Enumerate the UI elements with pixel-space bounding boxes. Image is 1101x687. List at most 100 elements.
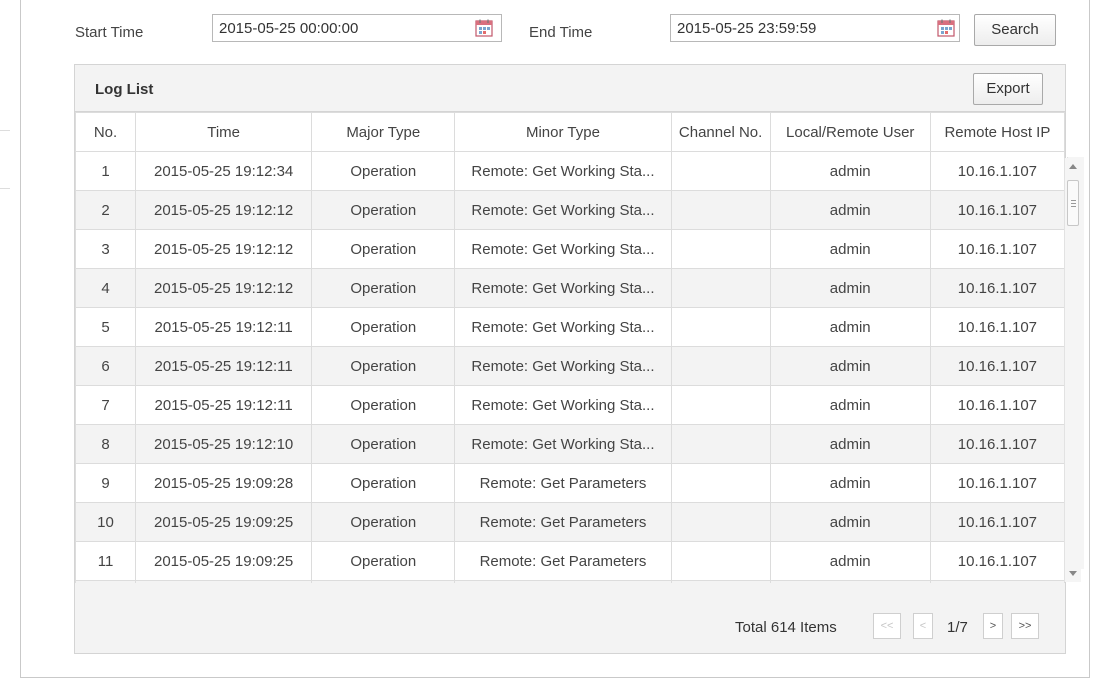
table-header-row: No. Time Major Type Minor Type Channel N… xyxy=(75,112,1065,152)
cell-major-type: Operation xyxy=(311,268,456,308)
cell-no: 2 xyxy=(75,190,137,230)
table-row[interactable]: 4 2015-05-25 19:12:12 Operation Remote: Get… xyxy=(75,268,1065,308)
cell-time: 2015-05-25 19:12:12 xyxy=(135,229,313,269)
column-header-minor-type[interactable]: Minor Type xyxy=(454,112,672,152)
column-header-no[interactable]: No. xyxy=(75,112,137,152)
table-row[interactable]: 5 2015-05-25 19:12:11 Operation Remote: Get… xyxy=(75,307,1065,347)
column-header-user[interactable]: Local/Remote User xyxy=(769,112,931,152)
table-row[interactable]: 9 2015-05-25 19:09:28 Operation Remote: Get… xyxy=(75,463,1065,503)
table-row[interactable]: 3 2015-05-25 19:12:12 Operation Remote: Get… xyxy=(75,229,1065,269)
cell-minor-type: Remote: Get Working Sta... xyxy=(454,307,672,347)
column-header-remote-ip[interactable]: Remote Host IP xyxy=(929,112,1065,152)
log-table-container: No. Time Major Type Minor Type Channel N… xyxy=(75,111,1065,584)
column-header-major-type[interactable]: Major Type xyxy=(311,112,456,152)
cell-time: 2015-05-25 19:12:34 xyxy=(135,151,313,191)
start-time-input[interactable] xyxy=(212,14,502,42)
cell-minor-type: Remote: Get Parameters xyxy=(454,502,672,542)
cell-time: 2015-05-25 19:12:12 xyxy=(135,190,313,230)
cell-user: admin xyxy=(769,385,931,425)
cell-major-type: Operation xyxy=(311,502,456,542)
pagination-bar: Total 614 Items << < 1/7 > >> xyxy=(75,583,1065,653)
cell-time: 2015-05-25 19:09:28 xyxy=(135,463,313,503)
cell-minor-type: Remote: Get Working Sta... xyxy=(454,151,672,191)
cell-user: admin xyxy=(769,307,931,347)
cell-major-type: Operation xyxy=(311,424,456,464)
cell-user: admin xyxy=(769,424,931,464)
search-button[interactable]: Search xyxy=(974,14,1056,46)
cell-minor-type: Remote: Get Parameters xyxy=(454,541,672,581)
table-row[interactable]: 2 2015-05-25 19:12:12 Operation Remote: Get… xyxy=(75,190,1065,230)
cell-no: 11 xyxy=(75,541,137,581)
cell-time: 2015-05-25 19:09:25 xyxy=(135,541,313,581)
end-time-input[interactable] xyxy=(670,14,960,42)
divider xyxy=(0,130,10,131)
cell-major-type: Operation xyxy=(311,307,456,347)
cell-minor-type: Remote: Get Working Sta... xyxy=(454,346,672,386)
table-row[interactable]: 11 2015-05-25 19:09:25 Operation Remote: Ge… xyxy=(75,541,1065,581)
cell-time: 2015-05-25 19:12:10 xyxy=(135,424,313,464)
cell-remote-ip: 10.16.1.107 xyxy=(929,424,1065,464)
cell-remote-ip: 10.16.1.107 xyxy=(929,307,1065,347)
grip-line xyxy=(1071,203,1076,204)
cell-time: 2015-05-25 19:12:11 xyxy=(135,307,313,347)
cell-minor-type: Remote: Get Working Sta... xyxy=(454,268,672,308)
cell-channel-no xyxy=(670,463,771,503)
cell-time: 2015-05-25 19:12:11 xyxy=(135,385,313,425)
cell-no: 1 xyxy=(75,151,137,191)
divider xyxy=(0,188,10,189)
last-page-button[interactable]: >> xyxy=(1011,613,1039,639)
cell-channel-no xyxy=(670,502,771,542)
cell-minor-type: Remote: Get Working Sta... xyxy=(454,385,672,425)
log-table: No. Time Major Type Minor Type Channel N… xyxy=(75,112,1065,584)
cell-no: 7 xyxy=(75,385,137,425)
cell-major-type: Operation xyxy=(311,541,456,581)
scroll-down-arrow-icon[interactable] xyxy=(1069,571,1077,576)
cell-major-type: Operation xyxy=(311,385,456,425)
table-row[interactable]: 6 2015-05-25 19:12:11 Operation Remote: Get… xyxy=(75,346,1065,386)
cell-minor-type: Remote: Get Working Sta... xyxy=(454,229,672,269)
cell-no: 9 xyxy=(75,463,137,503)
cell-channel-no xyxy=(670,268,771,308)
start-time-label: Start Time xyxy=(75,24,144,41)
cell-user: admin xyxy=(769,502,931,542)
prev-page-button[interactable]: < xyxy=(913,613,933,639)
log-list-title: Log List xyxy=(95,81,154,98)
end-time-label: End Time xyxy=(529,24,593,41)
cell-no: 6 xyxy=(75,346,137,386)
cell-remote-ip: 10.16.1.107 xyxy=(929,268,1065,308)
calendar-icon[interactable] xyxy=(936,18,956,38)
cell-remote-ip: 10.16.1.107 xyxy=(929,190,1065,230)
cell-no: 4 xyxy=(75,268,137,308)
cell-remote-ip: 10.16.1.107 xyxy=(929,229,1065,269)
first-page-button[interactable]: << xyxy=(873,613,901,639)
log-list-scrollbar[interactable] xyxy=(1064,158,1081,582)
scroll-up-arrow-icon[interactable] xyxy=(1069,164,1077,169)
cell-remote-ip: 10.16.1.107 xyxy=(929,463,1065,503)
cell-no: 10 xyxy=(75,502,137,542)
cell-remote-ip: 10.16.1.107 xyxy=(929,502,1065,542)
export-button[interactable]: Export xyxy=(973,73,1043,105)
cell-major-type: Operation xyxy=(311,190,456,230)
calendar-icon[interactable] xyxy=(474,18,494,38)
table-row[interactable]: 1 2015-05-25 19:12:34 Operation Remote: Get… xyxy=(75,151,1065,191)
cell-minor-type: Remote: Get Working Sta... xyxy=(454,190,672,230)
column-header-channel-no[interactable]: Channel No. xyxy=(670,112,771,152)
column-header-time[interactable]: Time xyxy=(135,112,313,152)
cell-remote-ip: 10.16.1.107 xyxy=(929,151,1065,191)
cell-user: admin xyxy=(769,229,931,269)
search-bar: Start Time End Time Search xyxy=(0,0,1101,60)
cell-user: admin xyxy=(769,541,931,581)
next-page-button[interactable]: > xyxy=(983,613,1003,639)
cell-user: admin xyxy=(769,151,931,191)
scroll-thumb[interactable] xyxy=(1067,180,1079,226)
cell-minor-type: Remote: Get Parameters xyxy=(454,463,672,503)
cell-time: 2015-05-25 19:12:11 xyxy=(135,346,313,386)
cell-user: admin xyxy=(769,463,931,503)
cell-remote-ip: 10.16.1.107 xyxy=(929,346,1065,386)
table-row[interactable]: 10 2015-05-25 19:09:25 Operation Remote: Ge… xyxy=(75,502,1065,542)
cell-remote-ip: 10.16.1.107 xyxy=(929,541,1065,581)
table-row[interactable]: 7 2015-05-25 19:12:11 Operation Remote: Get… xyxy=(75,385,1065,425)
cell-time: 2015-05-25 19:12:12 xyxy=(135,268,313,308)
cell-user: admin xyxy=(769,346,931,386)
table-row[interactable]: 8 2015-05-25 19:12:10 Operation Remote: Get… xyxy=(75,424,1065,464)
